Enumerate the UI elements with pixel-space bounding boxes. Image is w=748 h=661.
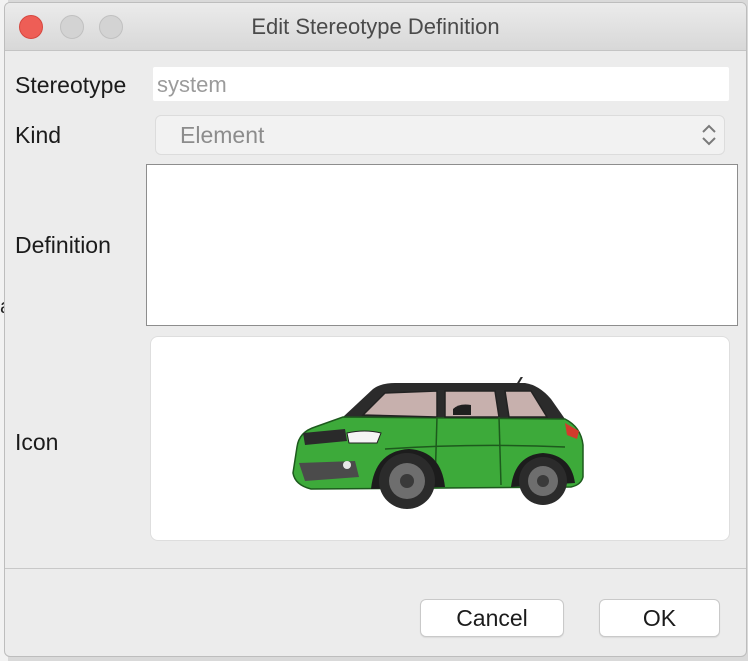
kind-label: Kind (15, 122, 62, 148)
title-bar[interactable]: Edit Stereotype Definition (5, 3, 746, 51)
window-title: Edit Stereotype Definition (251, 14, 500, 39)
select-chevrons-icon (702, 124, 716, 146)
definition-label: Definition (15, 232, 111, 258)
stereotype-value: system (157, 72, 227, 97)
definition-textarea[interactable] (146, 164, 738, 326)
edit-stereotype-dialog: Edit Stereotype Definition Stereotype sy… (4, 2, 747, 657)
stereotype-field[interactable]: system (153, 67, 729, 101)
dialog-separator (5, 568, 746, 569)
icon-image-well[interactable] (150, 336, 730, 541)
car-icon (292, 377, 584, 509)
stereotype-label: Stereotype (15, 72, 127, 98)
kind-select[interactable]: Element (155, 115, 725, 155)
kind-selected-value: Element (180, 122, 265, 148)
cancel-button[interactable]: Cancel (420, 599, 564, 637)
icon-label: Icon (15, 429, 59, 455)
ok-button[interactable]: OK (599, 599, 720, 637)
